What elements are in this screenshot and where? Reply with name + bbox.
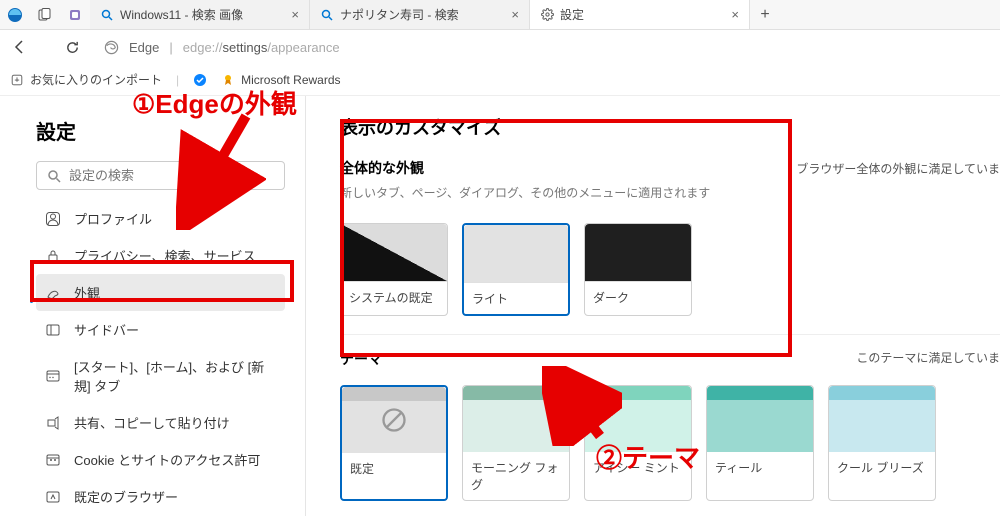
address-bar: Edge | edge://settings/appearance [0,30,1000,64]
fav-shortcut-1[interactable] [193,73,207,87]
tab-label: 設定 [560,6,584,23]
sidebar-item-share[interactable]: 共有、コピーして貼り付け [36,404,285,441]
theme-options: 既定モーニング フォグアイシー ミントティールクール ブリーズ [340,385,1000,501]
tab-actions-button[interactable] [30,0,60,29]
sidebar-item-default[interactable]: 既定のブラウザー [36,478,285,515]
theme-option-label: モーニング フォグ [463,452,569,500]
settings-heading: 設定 [36,116,285,145]
tab-label: ナポリタン寿司 - 検索 [340,6,459,23]
appearance-option-label: システムの既定 [341,282,447,313]
settings-sidebar: 設定 プロファイルプライバシー、検索、サービス外観サイドバー [スタート]、[ホー… [0,96,305,516]
sidebar-item-label: Cookie とサイトのアクセス許可 [74,450,260,469]
appearance-option[interactable]: ダーク [584,223,692,316]
appearance-option-label: ダーク [585,282,691,313]
site-identity-label: Edge [129,40,159,55]
appearance-icon [44,284,62,302]
new-tab-button[interactable]: + [750,0,780,29]
default-icon [44,488,62,506]
bookmark-icon [193,73,207,87]
theme-title: テーマ [340,349,382,369]
rewards-icon [221,73,235,87]
tab-napolitan[interactable]: ナポリタン寿司 - 検索 × [310,0,530,29]
import-icon [10,73,24,87]
sidebar-item-start[interactable]: [スタート]、[ホーム]、および [新規] タブ [36,348,285,404]
theme-option[interactable]: クール ブリーズ [828,385,936,501]
back-button[interactable] [8,35,32,59]
microsoft-rewards-link[interactable]: Microsoft Rewards [221,73,340,87]
appearance-options: システムの既定ライトダーク [340,223,1000,316]
theme-option[interactable]: ティール [706,385,814,501]
sidebar-item-lock[interactable]: プライバシー、検索、サービス [36,237,285,274]
theme-option[interactable]: アイシー ミント [584,385,692,501]
app-icon [0,0,30,29]
appearance-option[interactable]: システムの既定 [340,223,448,316]
sidebar-item-sidebar[interactable]: サイドバー [36,311,285,348]
theme-option[interactable]: モーニング フォグ [462,385,570,501]
share-icon [44,414,62,432]
tab-strip: Windows11 - 検索 画像 × ナポリタン寿司 - 検索 × 設定 × … [0,0,1000,30]
favorites-bar: お気に入りのインポート | Microsoft Rewards [0,64,1000,96]
overall-appearance-subtitle: 新しいタブ、ページ、ダイアログ、その他のメニューに適用されます [340,184,710,201]
sidebar-item-label: サイドバー [74,320,139,339]
sidebar-item-label: プライバシー、検索、サービス [74,246,256,265]
close-icon[interactable]: × [511,7,519,22]
sidebar-item-profile[interactable]: プロファイル [36,200,285,237]
sidebar-item-cookie[interactable]: Cookie とサイトのアクセス許可 [36,441,285,478]
settings-search[interactable] [36,161,285,190]
sidebar-item-label: 既定のブラウザー [74,487,178,506]
edge-logo-icon [104,40,119,55]
settings-main: 表示のカスタマイズ 全体的な外観 新しいタブ、ページ、ダイアログ、その他のメニュ… [306,96,1000,516]
lock-icon [44,247,62,265]
theme-option-label: アイシー ミント [585,452,691,483]
theme-option-label: ティール [707,452,813,483]
overall-appearance-title: 全体的な外観 [340,158,710,178]
tab-windows11[interactable]: Windows11 - 検索 画像 × [90,0,310,29]
settings-search-input[interactable] [69,168,274,183]
cookie-icon [44,451,62,469]
forbidden-icon [380,406,408,434]
search-icon [47,169,61,183]
sidebar-item-label: 共有、コピーして貼り付け [74,413,230,432]
theme-option[interactable]: 既定 [340,385,448,501]
overall-appearance-note: ブラウザー全体の外観に満足していま [796,158,1000,177]
gear-icon [540,8,554,22]
workspaces-button[interactable] [60,0,90,29]
sidebar-item-appearance[interactable]: 外観 [36,274,285,311]
theme-option-label: クール ブリーズ [829,452,935,483]
page-title: 表示のカスタマイズ [340,114,1000,140]
search-icon [100,8,114,22]
start-icon [44,367,62,385]
sidebar-item-label: プロファイル [74,209,152,228]
search-icon [320,8,334,22]
close-icon[interactable]: × [731,7,739,22]
sidebar-item-label: 外観 [74,283,100,302]
sidebar-item-label: [スタート]、[ホーム]、および [新規] タブ [74,357,277,395]
url-text: edge://settings/appearance [183,40,340,55]
appearance-option[interactable]: ライト [462,223,570,316]
import-favorites-button[interactable]: お気に入りのインポート [10,71,162,88]
tab-settings[interactable]: 設定 × [530,0,750,29]
tab-label: Windows11 - 検索 画像 [120,6,243,23]
sidebar-icon [44,321,62,339]
appearance-option-label: ライト [464,283,568,314]
url-display[interactable]: Edge | edge://settings/appearance [104,40,340,55]
close-icon[interactable]: × [291,7,299,22]
theme-option-label: 既定 [342,453,446,484]
refresh-button[interactable] [60,35,84,59]
profile-icon [44,210,62,228]
theme-note: このテーマに満足していま [856,349,1000,366]
